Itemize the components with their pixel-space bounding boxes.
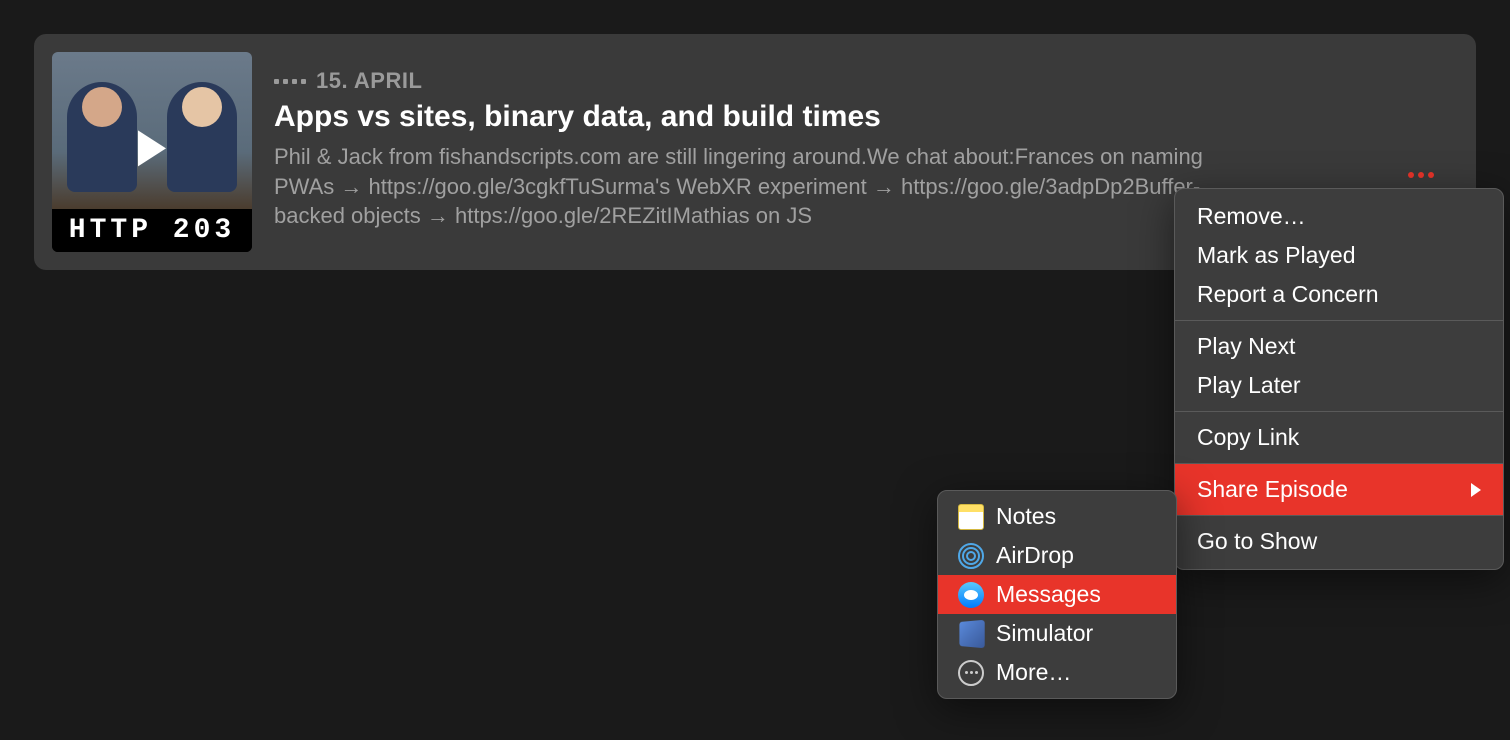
menu-label: Mark as Played (1197, 242, 1356, 269)
menu-item-play-later[interactable]: Play Later (1175, 366, 1503, 411)
person-right (167, 82, 237, 192)
date-dots-icon (274, 79, 306, 84)
menu-item-mark-played[interactable]: Mark as Played (1175, 236, 1503, 275)
menu-item-report[interactable]: Report a Concern (1175, 275, 1503, 320)
more-dot-icon (1418, 172, 1424, 178)
share-label: Messages (996, 581, 1101, 608)
simulator-icon (959, 619, 984, 647)
menu-label: Play Later (1197, 372, 1301, 399)
menu-label: Report a Concern (1197, 281, 1379, 308)
share-item-messages[interactable]: Messages (938, 575, 1176, 614)
share-item-notes[interactable]: Notes (938, 497, 1176, 536)
notes-icon (958, 504, 984, 530)
more-dot-icon (1428, 172, 1434, 178)
menu-item-remove[interactable]: Remove… (1175, 189, 1503, 236)
share-item-airdrop[interactable]: AirDrop (938, 536, 1176, 575)
person-left (67, 82, 137, 192)
menu-item-play-next[interactable]: Play Next (1175, 321, 1503, 366)
date-label: 15. APRIL (316, 68, 422, 94)
menu-label: Remove… (1197, 203, 1306, 230)
more-dot-icon (1408, 172, 1414, 178)
artwork-label: HTTP 203 (52, 209, 252, 252)
share-item-more[interactable]: More… (938, 653, 1176, 692)
episode-title[interactable]: Apps vs sites, binary data, and build ti… (274, 100, 1452, 134)
context-menu[interactable]: Remove… Mark as Played Report a Concern … (1174, 188, 1504, 570)
messages-icon (958, 582, 984, 608)
menu-label: Share Episode (1197, 476, 1348, 503)
menu-item-share-episode[interactable]: Share Episode (1175, 464, 1503, 515)
episode-date: 15. APRIL (274, 68, 1452, 94)
menu-item-copy-link[interactable]: Copy Link (1175, 412, 1503, 463)
submenu-arrow-icon (1471, 483, 1481, 497)
share-label: AirDrop (996, 542, 1074, 569)
episode-description: Phil & Jack from fishandscripts.com are … (274, 142, 1224, 231)
menu-item-go-to-show[interactable]: Go to Show (1175, 516, 1503, 569)
menu-label: Copy Link (1197, 424, 1299, 451)
share-item-simulator[interactable]: Simulator (938, 614, 1176, 653)
episode-artwork[interactable]: HTTP 203 (52, 52, 252, 252)
menu-label: Go to Show (1197, 528, 1317, 555)
share-submenu[interactable]: Notes AirDrop Messages Simulator More… (937, 490, 1177, 699)
more-circle-icon (958, 660, 984, 686)
play-icon[interactable] (138, 130, 166, 166)
menu-label: Play Next (1197, 333, 1295, 360)
share-label: Simulator (996, 620, 1093, 647)
airdrop-icon (958, 543, 984, 569)
share-label: More… (996, 659, 1071, 686)
more-button[interactable] (1400, 164, 1442, 186)
share-label: Notes (996, 503, 1056, 530)
